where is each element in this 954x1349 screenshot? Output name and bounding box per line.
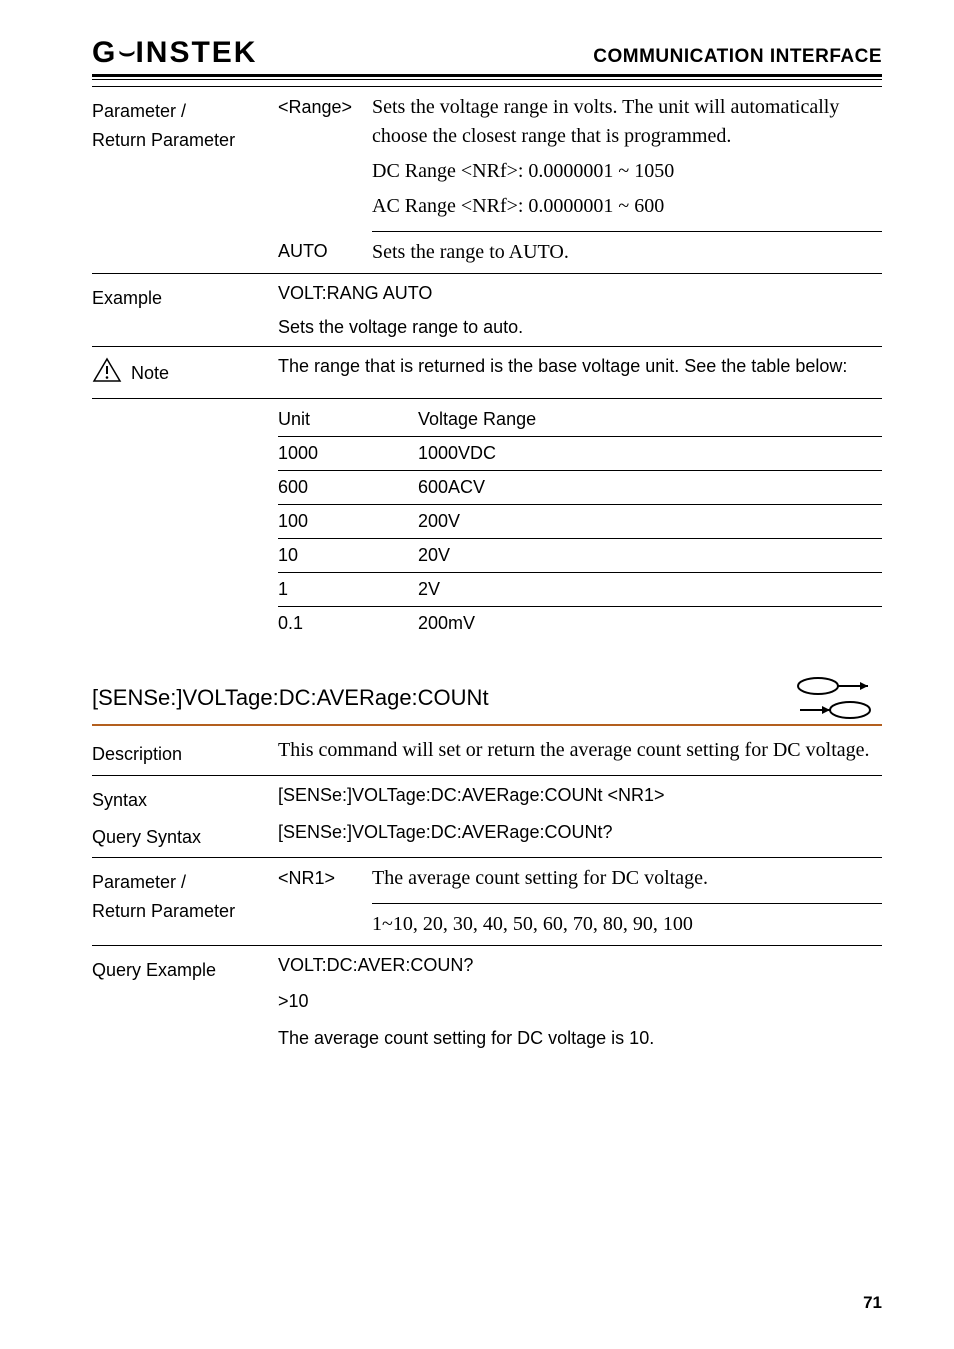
command-heading: [SENSe:]VOLTage:DC:AVERage:COUNt [92,685,489,711]
unit-cell: 0.1 [278,613,418,634]
table-row: 100 200V [278,505,882,539]
param-label: Parameter / Return Parameter [92,93,278,155]
range-cell: 200V [418,511,882,532]
unit-cell: 1000 [278,443,418,464]
table-row: 600 600ACV [278,471,882,505]
unit-cell: 1 [278,579,418,600]
example-value: VOLT:RANG AUTO [278,280,882,306]
auto-desc: Sets the range to AUTO. [372,238,569,267]
param2-label-line2: Return Parameter [92,901,235,921]
voltage-range-table: Unit Voltage Range 1000 1000VDC 600 600A… [278,403,882,640]
table-row: 10 20V [278,539,882,573]
auto-token: AUTO [278,238,372,267]
syntax-label: Syntax [92,782,278,815]
query-syntax-row: Query Syntax [SENSe:]VOLTage:DC:AVERage:… [92,817,882,859]
col-range-header: Voltage Range [418,409,882,430]
param2-label-line1: Parameter / [92,872,186,892]
note-label: Note [131,363,169,383]
col-unit-header: Unit [278,409,418,430]
param-label-line2: Return Parameter [92,130,235,150]
query-example-line1: VOLT:DC:AVER:COUN? [278,952,882,978]
query-example-row: Query Example VOLT:DC:AVER:COUN? >10 The… [92,946,882,1056]
param2-label: Parameter / Return Parameter [92,864,278,926]
query-example-line2: >10 [278,988,882,1014]
nr1-values: 1~10, 20, 30, 40, 50, 60, 70, 80, 90, 10… [372,903,882,939]
range-token: <Range> [278,93,372,118]
param-row: Parameter / Return Parameter <Range> Set… [92,87,882,274]
header-rule [92,74,882,80]
range-desc-col: Sets the voltage range in volts. The uni… [372,93,882,267]
example-desc: Sets the voltage range to auto. [278,314,882,340]
table-row: 0.1 200mV [278,607,882,640]
unit-cell: 600 [278,477,418,498]
range-cell: 600ACV [418,477,882,498]
dc-range: DC Range <NRf>: 0.0000001 ~ 1050 [372,157,882,186]
note-label-cell: Note [92,353,278,392]
param2-row: Parameter / Return Parameter <NR1> The a… [92,858,882,946]
unit-cell: 100 [278,511,418,532]
logo-text: G⌣INSTEK [92,38,257,68]
query-syntax-label: Query Syntax [92,819,278,852]
range-cell: 1000VDC [418,443,882,464]
param-label-line1: Parameter / [92,101,186,121]
description-text: This command will set or return the aver… [278,736,882,765]
range-cell: 2V [418,579,882,600]
query-example-line3: The average count setting for DC voltage… [278,1025,882,1051]
syntax-row: Syntax [SENSe:]VOLTage:DC:AVERage:COUNt … [92,776,882,817]
logo: G⌣INSTEK [92,38,257,68]
table-header: Unit Voltage Range [278,403,882,437]
table-row: 1 2V [278,573,882,607]
description-label: Description [92,736,278,769]
syntax-value: [SENSe:]VOLTage:DC:AVERage:COUNt <NR1> [278,782,882,808]
range-cell: 20V [418,545,882,566]
nr1-col: The average count setting for DC voltage… [372,864,882,939]
note-text: The range that is returned is the base v… [278,353,882,379]
section-title: COMMUNICATION INTERFACE [593,46,882,68]
note-row: Note The range that is returned is the b… [92,347,882,399]
query-example-label: Query Example [92,952,278,985]
set-query-icon [786,674,882,722]
unit-cell: 10 [278,545,418,566]
ac-range: AC Range <NRf>: 0.0000001 ~ 600 [372,192,882,221]
nr1-token: <NR1> [278,864,372,889]
warning-icon [92,357,122,392]
example-label: Example [92,280,278,313]
example-row: Example VOLT:RANG AUTO Sets the voltage … [92,274,882,347]
description-row: Description This command will set or ret… [92,726,882,776]
query-syntax-value: [SENSe:]VOLTage:DC:AVERage:COUNt? [278,819,882,845]
table-row: 1000 1000VDC [278,437,882,471]
nr1-desc: The average count setting for DC voltage… [372,864,882,893]
page-number: 71 [863,1293,882,1313]
range-desc: Sets the voltage range in volts. The uni… [372,93,882,151]
range-cell: 200mV [418,613,882,634]
